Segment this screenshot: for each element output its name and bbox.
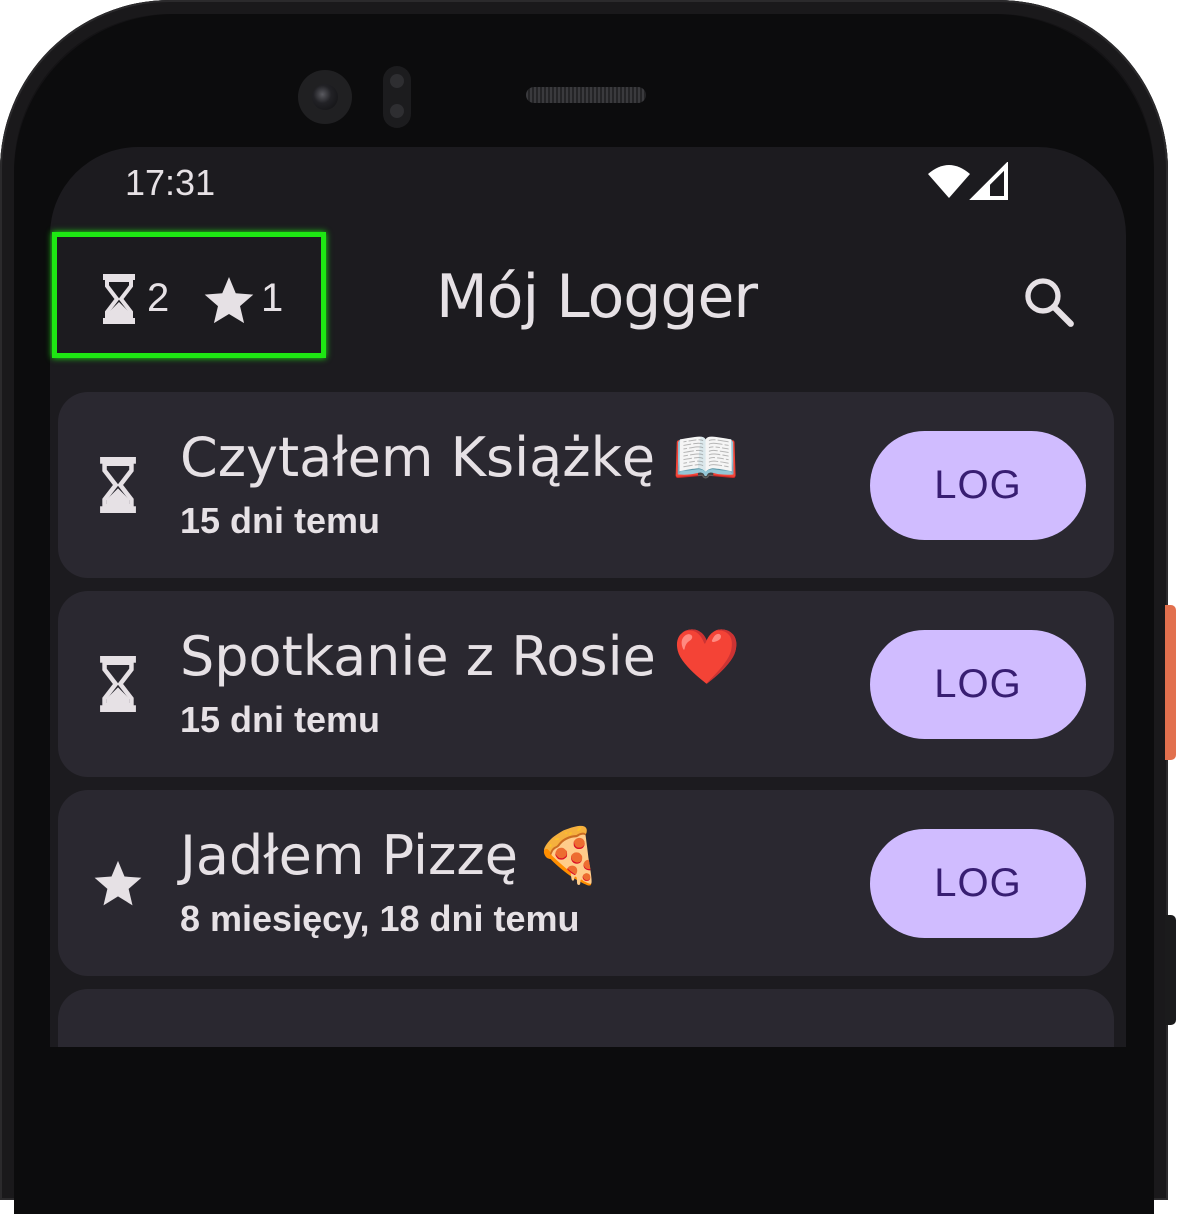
entry-elapsed: 15 dni temu [180, 500, 381, 541]
power-button [1165, 605, 1176, 760]
entry-title: Spotkanie z Rosie ❤️ [180, 625, 741, 688]
highlight-box [52, 232, 326, 358]
entry-elapsed: 8 miesięcy, 18 dni temu [180, 898, 580, 939]
app-title: Mój Logger [436, 262, 758, 332]
list-item[interactable] [58, 989, 1114, 1047]
earpiece-speaker [526, 87, 646, 103]
front-camera [298, 70, 352, 124]
entry-title: Jadłem Pizzę 🍕 [180, 824, 603, 887]
hourglass-icon [100, 457, 136, 513]
volume-button [1165, 915, 1176, 1025]
hourglass-icon [100, 656, 136, 712]
log-button[interactable]: LOG [870, 829, 1086, 938]
status-icons [928, 162, 1008, 200]
search-icon[interactable] [1020, 273, 1078, 331]
entry-elapsed: 15 dni temu [180, 699, 381, 740]
list-item[interactable]: Czytałem Książkę 📖 15 dni temu LOG [58, 392, 1114, 578]
list-item[interactable]: Jadłem Pizzę 🍕 8 miesięcy, 18 dni temu L… [58, 790, 1114, 976]
star-icon [94, 860, 142, 906]
entry-title: Czytałem Książkę 📖 [180, 426, 740, 489]
wifi-icon [928, 165, 970, 198]
log-button[interactable]: LOG [870, 630, 1086, 739]
log-button[interactable]: LOG [870, 431, 1086, 540]
status-time: 17:31 [125, 162, 216, 203]
list-item[interactable]: Spotkanie z Rosie ❤️ 15 dni temu LOG [58, 591, 1114, 777]
proximity-sensor [383, 66, 411, 128]
